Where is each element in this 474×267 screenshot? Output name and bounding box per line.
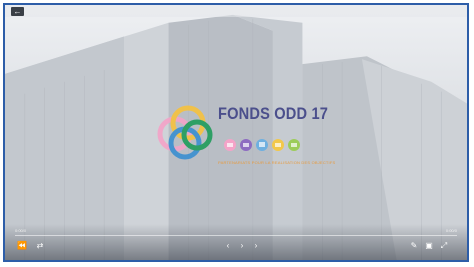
arrow-left-icon: ← [13,7,22,16]
sdg-icons [224,139,300,151]
slide-player: ← FONDS ODD 17 PARTENARIATS POUR LA REAL… [3,3,469,262]
rewind-button[interactable]: ⏪ [17,241,27,251]
next-button[interactable]: › [251,241,261,251]
play-icon: › [240,241,244,250]
captions-button[interactable]: ▣ [424,241,434,251]
slide-subtitle: PARTENARIATS POUR LA REALISATION DES OBJ… [218,160,336,165]
previous-button[interactable]: ‹ [223,241,233,251]
play-button[interactable]: › [237,241,247,251]
pen-icon: ✎ [410,241,418,250]
fullscreen-button[interactable]: ⤢ [439,241,449,251]
total-time: 0:00/0 [445,228,457,233]
loop-icon: ⇄ [36,241,44,250]
top-toolbar: ← [5,5,467,17]
rewind-icon: ⏪ [17,241,27,250]
pen-button[interactable]: ✎ [409,241,419,251]
chevron-right-icon: › [254,241,258,250]
progress-bar[interactable] [15,235,457,236]
caption-icon: ▣ [425,241,433,250]
slide-title: FONDS ODD 17 [218,104,329,123]
loop-button[interactable]: ⇄ [35,241,45,251]
fullscreen-icon: ⤢ [440,241,448,250]
player-controls: 0:00/0 0:00/0 ⏪ ⇄ ‹ › › ✎ ▣ ⤢ [5,224,467,260]
chevron-left-icon: ‹ [226,241,230,250]
back-button[interactable]: ← [11,7,24,16]
current-time: 0:00/0 [15,228,27,233]
